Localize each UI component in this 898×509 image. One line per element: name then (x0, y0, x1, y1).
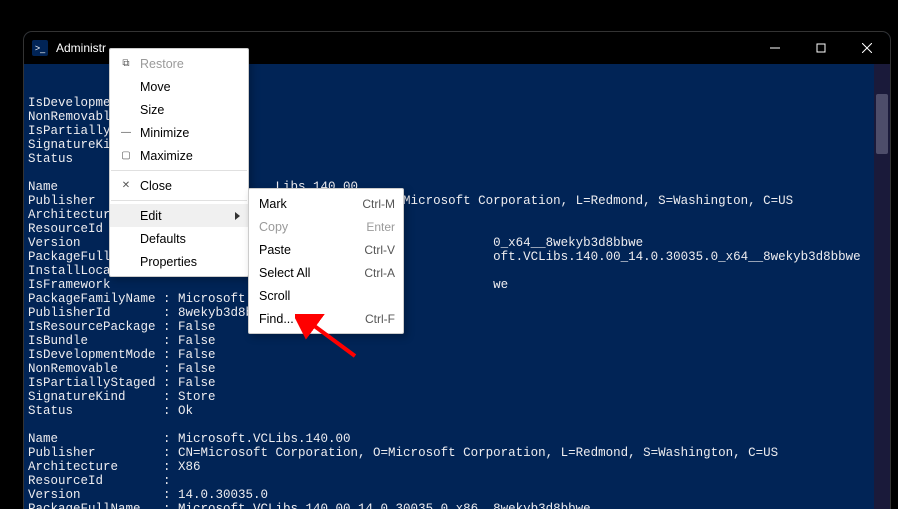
system-menu: ⧉ Restore Move Size — Minimize ▢ Maximiz… (109, 48, 249, 277)
close-button[interactable] (844, 32, 890, 64)
menu-edit[interactable]: Edit (110, 204, 248, 227)
menu-size[interactable]: Size (110, 98, 248, 121)
menu-maximize[interactable]: ▢ Maximize (110, 144, 248, 167)
menu-separator (111, 170, 247, 171)
menu-scroll[interactable]: Scroll (249, 284, 403, 307)
menu-paste[interactable]: Paste Ctrl-V (249, 238, 403, 261)
menu-mark[interactable]: Mark Ctrl-M (249, 192, 403, 215)
menu-close[interactable]: ✕ Close (110, 174, 248, 197)
powershell-icon: >_ (32, 40, 48, 56)
menu-find[interactable]: Find... Ctrl-F (249, 307, 403, 330)
edit-submenu: Mark Ctrl-M Copy Enter Paste Ctrl-V Sele… (248, 188, 404, 334)
maximize-button[interactable] (798, 32, 844, 64)
menu-copy[interactable]: Copy Enter (249, 215, 403, 238)
menu-defaults[interactable]: Defaults (110, 227, 248, 250)
menu-move[interactable]: Move (110, 75, 248, 98)
scrollbar-thumb[interactable] (876, 94, 888, 154)
scrollbar[interactable] (874, 64, 890, 509)
window-controls (752, 32, 890, 64)
menu-minimize[interactable]: — Minimize (110, 121, 248, 144)
menu-properties[interactable]: Properties (110, 250, 248, 273)
menu-select-all[interactable]: Select All Ctrl-A (249, 261, 403, 284)
minimize-icon: — (116, 127, 136, 138)
close-icon: ✕ (116, 180, 136, 191)
menu-separator (111, 200, 247, 201)
minimize-button[interactable] (752, 32, 798, 64)
maximize-icon: ▢ (116, 150, 136, 161)
submenu-arrow-icon (235, 212, 240, 220)
menu-restore[interactable]: ⧉ Restore (110, 52, 248, 75)
restore-icon: ⧉ (116, 58, 136, 69)
